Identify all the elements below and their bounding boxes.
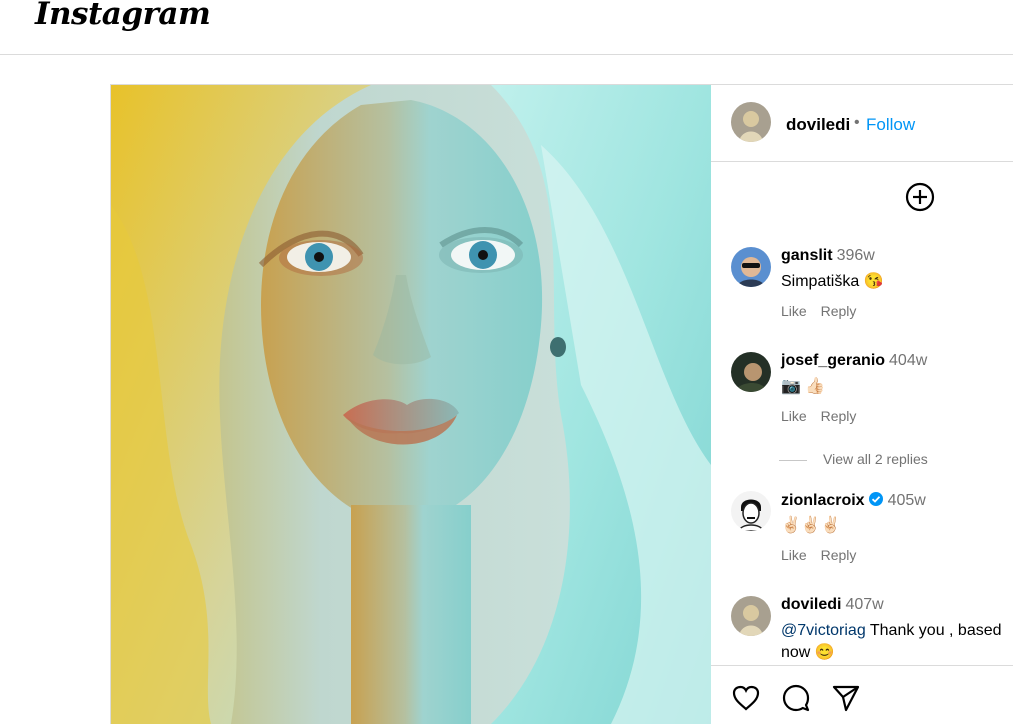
avatar[interactable] [731, 102, 771, 142]
avatar-image [731, 596, 771, 636]
share-icon[interactable] [831, 683, 861, 713]
avatar-image [731, 352, 771, 392]
post-author-username[interactable]: doviledi [786, 115, 850, 135]
like-comment-button[interactable]: Like [781, 547, 807, 563]
reply-button[interactable]: Reply [821, 303, 857, 319]
reply-button[interactable]: Reply [821, 408, 857, 424]
portrait-photo [111, 85, 711, 724]
comment-text-line2: now 😊 [781, 644, 835, 661]
comment-time[interactable]: 405w [888, 492, 926, 509]
avatar-image [731, 102, 771, 142]
comment-text: ✌🏻✌🏻✌🏻 [781, 517, 841, 534]
avatar[interactable] [731, 247, 771, 287]
like-comment-button[interactable]: Like [781, 408, 807, 424]
comment-icon[interactable] [781, 683, 811, 713]
avatar-image [731, 491, 771, 531]
view-replies-label[interactable]: View all 2 replies [823, 451, 928, 467]
reply-button[interactable]: Reply [821, 547, 857, 563]
comment-username[interactable]: zionlacroix 405w [781, 491, 926, 510]
separator-dot: • [854, 114, 860, 131]
comment-time[interactable]: 396w [837, 247, 875, 264]
post-image[interactable] [110, 84, 711, 724]
avatar[interactable] [731, 491, 771, 531]
comment-time[interactable]: 404w [889, 352, 927, 369]
post-actions-bar [711, 665, 1013, 724]
comment-text: @7victoriag Thank you , based now 😊 [781, 620, 1002, 664]
comment-time[interactable]: 407w [845, 596, 883, 613]
replies-line [779, 459, 807, 461]
comment-username[interactable]: doviledi 407w [781, 596, 884, 614]
avatar[interactable] [731, 596, 771, 636]
comment-actions: Like Reply [781, 303, 866, 319]
comment-username[interactable]: josef_geranio 404w [781, 352, 927, 370]
comment-username-text[interactable]: josef_geranio [781, 352, 885, 369]
avatar[interactable] [731, 352, 771, 392]
avatar-image [731, 247, 771, 287]
comment-actions: Like Reply [781, 408, 866, 424]
comment-actions: Like Reply [781, 547, 866, 563]
comment-text: Simpatiška 😘 [781, 273, 884, 290]
top-bar: Instagram [0, 0, 1013, 55]
comment-text: 📷 👍🏻 [781, 378, 826, 395]
like-comment-button[interactable]: Like [781, 303, 807, 319]
comment-text-body: Thank you , based [865, 622, 1002, 639]
heart-icon[interactable] [731, 683, 761, 713]
instagram-logo[interactable]: Instagram [35, 0, 211, 32]
comment-username-text[interactable]: doviledi [781, 596, 841, 613]
post-header: doviledi • Follow [711, 85, 1013, 162]
add-comment-icon[interactable] [904, 181, 936, 213]
comment-username[interactable]: ganslit 396w [781, 247, 875, 265]
mention-link[interactable]: @7victoriag [781, 622, 866, 639]
post-side-panel: doviledi • Follow ganslit 396w Simpatiška… [711, 84, 1013, 724]
comment-username-text[interactable]: ganslit [781, 247, 833, 264]
follow-button[interactable]: Follow [866, 115, 915, 135]
comment-username-text[interactable]: zionlacroix [781, 492, 865, 509]
view-replies-button[interactable]: View all 2 replies [779, 451, 928, 467]
verified-badge-icon [868, 492, 883, 506]
